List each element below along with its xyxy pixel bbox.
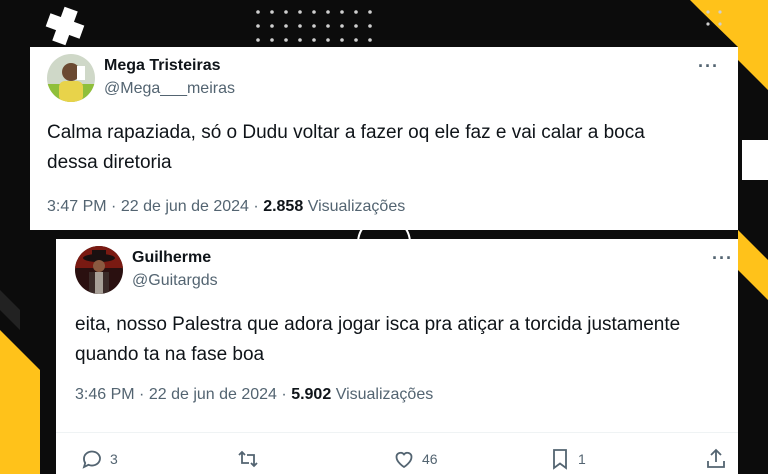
more-options-icon[interactable]: ···	[698, 57, 719, 75]
separator-dot: ·	[253, 198, 259, 215]
reply-icon	[82, 450, 101, 469]
tweet-date[interactable]: 22 de jun de 2024	[149, 386, 277, 403]
tweet-text: Calma rapaziada, só o Dudu voltar a faze…	[47, 118, 727, 178]
display-name[interactable]: Mega Tristeiras	[104, 57, 221, 75]
retweet-icon	[238, 450, 258, 468]
avatar[interactable]	[75, 246, 123, 294]
reply-button[interactable]: 3	[80, 447, 118, 471]
tweet-text-line: quando ta na fase boa	[75, 344, 265, 365]
views-label[interactable]: Visualizações	[336, 386, 434, 403]
separator-dot: ·	[281, 386, 287, 403]
tweet-actions: 3 46 1	[56, 432, 738, 473]
like-button[interactable]: 46	[392, 447, 438, 471]
share-icon	[707, 448, 725, 468]
reply-count: 3	[110, 451, 118, 467]
avatar[interactable]	[47, 54, 95, 102]
tweet-card[interactable]: Guilherme @Guitargds ··· eita, nosso Pal…	[56, 239, 738, 474]
view-count: 2.858	[263, 198, 304, 215]
heart-icon	[395, 451, 413, 469]
tweet-text-line: eita, nosso Palestra que adora jogar isc…	[75, 314, 681, 335]
user-handle[interactable]: @Guitargds	[132, 272, 218, 290]
tweet-date[interactable]: 22 de jun de 2024	[121, 198, 249, 215]
tweet-meta: 3:46 PM · 22 de jun de 2024 · 5.902 Visu…	[75, 386, 433, 404]
more-options-icon[interactable]: ···	[712, 249, 733, 267]
separator-dot: ·	[139, 386, 145, 403]
bookmark-button[interactable]: 1	[548, 447, 586, 471]
tweet-text: eita, nosso Palestra que adora jogar isc…	[75, 310, 735, 370]
like-count: 46	[422, 451, 438, 467]
bookmark-count: 1	[578, 451, 586, 467]
display-name[interactable]: Guilherme	[132, 249, 211, 267]
bookmark-icon	[553, 449, 567, 470]
tweet-card[interactable]: Mega Tristeiras @Mega___meiras ··· Calma…	[30, 47, 738, 230]
tweet-time[interactable]: 3:46 PM	[75, 386, 135, 403]
views-label[interactable]: Visualizações	[308, 198, 406, 215]
view-count: 5.902	[291, 386, 332, 403]
tweet-text-line: Calma rapaziada, só o Dudu voltar a faze…	[47, 122, 645, 143]
retweet-button[interactable]	[236, 447, 266, 471]
separator-dot: ·	[111, 198, 117, 215]
share-button[interactable]	[704, 447, 734, 471]
tweet-time[interactable]: 3:47 PM	[47, 198, 107, 215]
tweet-meta: 3:47 PM · 22 de jun de 2024 · 2.858 Visu…	[47, 198, 405, 216]
tweet-text-line: dessa diretoria	[47, 152, 172, 173]
user-handle[interactable]: @Mega___meiras	[104, 80, 235, 98]
